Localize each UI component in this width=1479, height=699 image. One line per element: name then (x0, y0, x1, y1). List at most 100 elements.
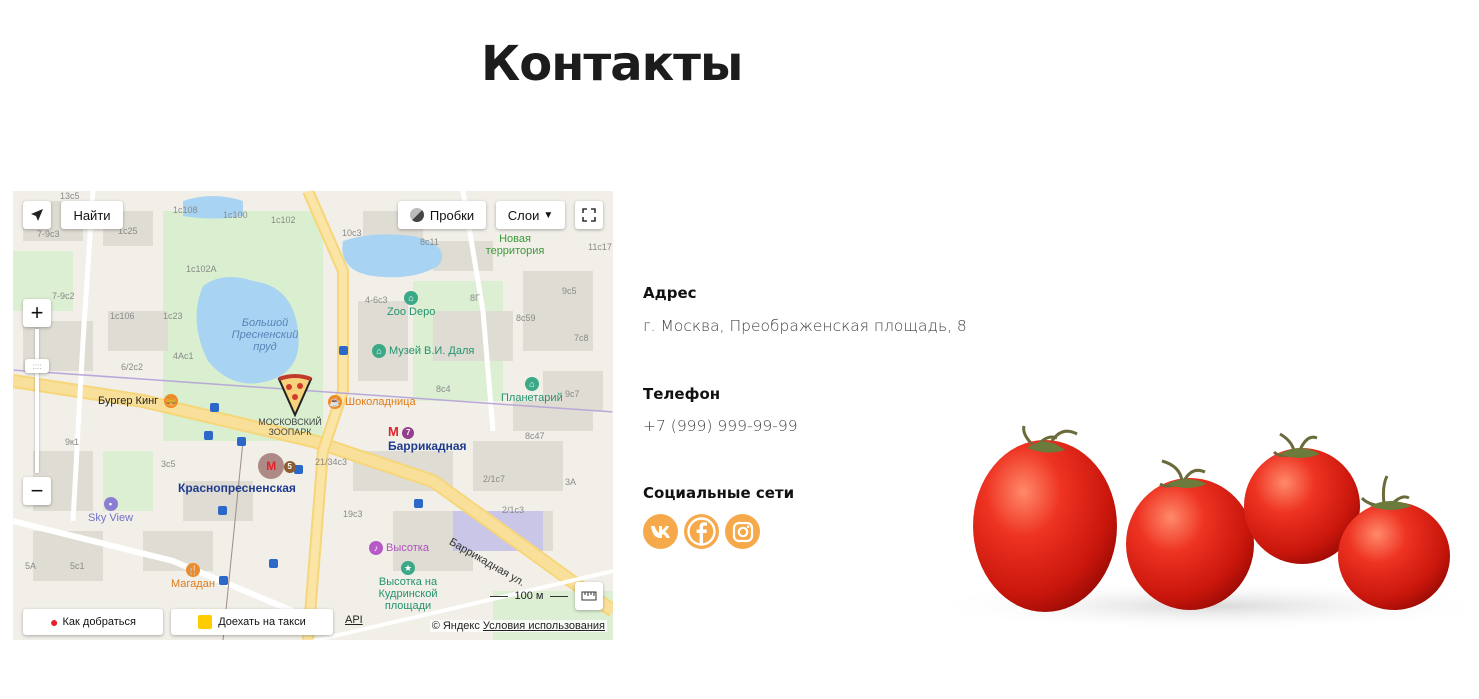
poi-magadan[interactable]: 🍴 Магадан (171, 563, 215, 590)
bus-stop-icon (218, 506, 227, 515)
poi-label: Шоколадница (345, 395, 416, 408)
minus-icon: − (30, 478, 44, 503)
metro-krasnopresnenskaya[interactable]: M 5 Краснопресненская (178, 453, 296, 503)
bus-stop-icon (269, 559, 278, 568)
house-number: 13с5 (60, 191, 80, 201)
poi-label: Магадан (171, 578, 215, 590)
facebook-link[interactable] (684, 514, 719, 549)
vk-link[interactable] (643, 514, 678, 549)
cafe-icon: ☕ (328, 395, 342, 409)
house-number: 1с106 (110, 311, 135, 321)
layers-button[interactable]: Слои ▼ (496, 201, 565, 229)
zoom-slider-handle[interactable]: :::: (25, 359, 49, 373)
route-button[interactable]: ● Как добраться (23, 609, 163, 635)
pond-label: Большой Пресненский пруд (231, 317, 299, 353)
metro-label: Краснопресненская (178, 481, 296, 495)
house-number: 8Г (470, 293, 480, 303)
instagram-link[interactable] (725, 514, 760, 549)
zoom-slider-track[interactable] (35, 329, 39, 473)
metro-line-badge: 5 (283, 461, 296, 474)
house-number: 3с5 (161, 459, 176, 469)
house-number: 4Ас1 (173, 351, 194, 361)
traffic-button[interactable]: Пробки (398, 201, 486, 229)
route-label: Как добраться (62, 616, 136, 628)
house-number: 8с47 (525, 431, 545, 441)
poi-zoo: МОСКОВСКИЙ ЗООПАРК (258, 417, 322, 437)
location-arrow-icon (31, 209, 43, 221)
house-number: 5с1 (70, 561, 85, 571)
poi-planetarium[interactable]: ⌂ Планетарий (501, 377, 563, 404)
bus-stop-icon (219, 576, 228, 585)
vk-icon (650, 525, 670, 538)
poi-label: Zoo Depo (387, 306, 436, 318)
yandex-map[interactable]: 13с5 1с108 1с100 1с102 10с3 8с11 11с17 7… (13, 191, 613, 640)
house-number: 1с100 (223, 210, 248, 220)
house-number: 7с8 (574, 333, 589, 343)
fastfood-icon: 🍔 (164, 394, 179, 408)
house-number: 8с4 (436, 384, 451, 394)
geolocation-button[interactable] (23, 201, 51, 229)
house-number: 9с7 (565, 389, 580, 399)
layers-label: Слои (507, 207, 540, 223)
terms-link[interactable]: Условия использования (483, 620, 605, 632)
music-icon: ♪ (369, 541, 383, 555)
facebook-icon (687, 517, 716, 546)
plus-icon: + (30, 300, 44, 325)
house-number: 19с3 (343, 509, 363, 519)
bus-stop-icon (210, 403, 219, 412)
page-title: Контакты (481, 36, 743, 92)
poi-label: Высотка на Кудринской площади (378, 576, 438, 612)
traffic-icon (409, 208, 424, 222)
house-number: 1с102 (271, 215, 296, 225)
poi-shokoladnitsa[interactable]: ☕ Шоколадница (328, 395, 416, 409)
house-number: 2/1с3 (502, 505, 525, 515)
poi-label: Высотка (386, 541, 429, 554)
poi-new-territory[interactable]: Новая территория (480, 233, 550, 257)
house-number: 1с108 (173, 205, 198, 215)
pizza-marker-icon[interactable] (275, 373, 315, 417)
fullscreen-button[interactable] (575, 201, 603, 229)
poi-label: Sky View (88, 512, 134, 524)
chevron-down-icon: ▼ (543, 209, 554, 221)
metro-line-badge: 7 (402, 426, 415, 439)
house-number: 9с5 (562, 286, 577, 296)
poi-zoo-depo[interactable]: ⌂ Zoo Depo (387, 291, 435, 318)
tomato-4 (1338, 502, 1450, 610)
taxi-button[interactable]: Доехать на такси (171, 609, 333, 635)
copyright-text: © Яндекс (431, 620, 480, 632)
house-number: 7-9с3 (37, 229, 60, 239)
house-number: 5А (25, 561, 37, 571)
bus-stop-icon (204, 431, 213, 440)
house-number: 21/34с3 (315, 457, 348, 467)
scale-label: 100 м (514, 590, 544, 602)
instagram-icon (732, 521, 753, 542)
bus-stop-icon (339, 346, 348, 355)
map-pin-icon: ● (50, 614, 59, 630)
house-number: 1с102А (186, 264, 217, 274)
api-link[interactable]: API (345, 614, 363, 626)
building-icon: ▪ (103, 497, 118, 511)
find-button[interactable]: Найти (61, 201, 123, 229)
museum-icon: ⌂ (372, 344, 386, 358)
zoom-in-button[interactable]: + (23, 299, 51, 327)
social-label: Социальные сети (643, 484, 795, 502)
zoom-out-button[interactable]: − (23, 477, 51, 505)
metro-barrikadnaya[interactable]: M 7 Баррикадная (388, 424, 467, 453)
phone-label: Телефон (643, 385, 721, 403)
tomatoes-image (922, 425, 1462, 631)
ruler-button[interactable] (575, 582, 603, 610)
house-number: 1с23 (163, 311, 183, 321)
taxi-icon (198, 615, 213, 629)
poi-burger-king[interactable]: Бургер Кинг 🍔 (98, 394, 181, 408)
phone-value[interactable]: +7 (999) 999-99-99 (643, 417, 798, 435)
house-number: 2/1с7 (483, 474, 506, 484)
poi-museum[interactable]: ⌂ Музей В.И. Даля (372, 344, 474, 358)
house-number: 10с3 (342, 228, 362, 238)
ruler-icon (581, 591, 597, 601)
poi-vysotka[interactable]: ♪ Высотка (369, 541, 429, 555)
poi-sky-view[interactable]: ▪ Sky View (88, 497, 133, 524)
poi-vysotka-kudrinskaya[interactable]: ★ Высотка на Кудринской площади (371, 561, 445, 612)
poi-label: Бургер Кинг (98, 394, 159, 407)
tomato-2 (1126, 478, 1254, 610)
house-number: 6/2с2 (121, 362, 144, 372)
